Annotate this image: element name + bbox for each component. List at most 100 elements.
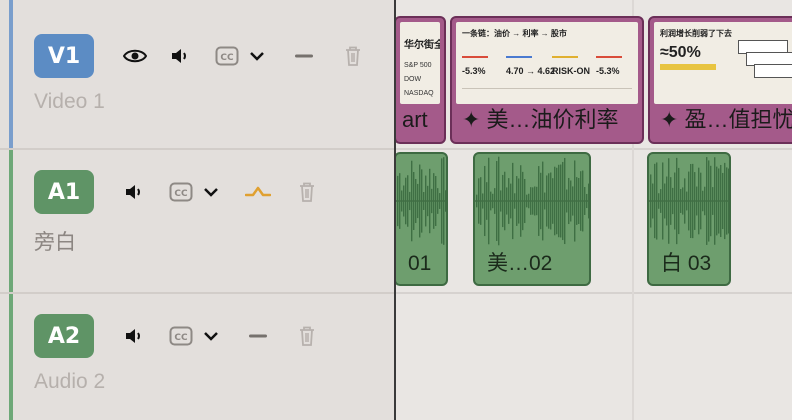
- timeline-tracks-area[interactable]: 华尔街全面 S&P 500 DOW NASDAQ art 一条链：油价 → 利率…: [396, 0, 792, 420]
- waveform-bar: [498, 156, 500, 246]
- track-badge-a1[interactable]: A1: [34, 170, 94, 214]
- waveform-bar: [554, 166, 556, 236]
- clip-thumbnail: 一条链：油价 → 利率 → 股市 -5.3% 4.70 → 4.62 RISK-…: [456, 22, 638, 104]
- track-header-a2: A2 Audio 2 CC: [0, 294, 394, 420]
- volume-line-icon[interactable]: [292, 44, 316, 68]
- waveform-bar: [494, 188, 496, 214]
- track-separator: [396, 292, 792, 294]
- waveform-bar: [578, 178, 580, 224]
- waveform-bar: [425, 175, 427, 227]
- waveform-bar: [516, 176, 518, 226]
- waveform-bar: [411, 160, 413, 242]
- waveform-bar: [540, 172, 542, 230]
- waveform-bar: [728, 168, 729, 234]
- clip-thumbnail: 华尔街全面 S&P 500 DOW NASDAQ: [400, 22, 440, 104]
- chevron-down-icon[interactable]: [200, 324, 222, 348]
- audio-clip[interactable]: 01: [396, 152, 448, 286]
- thumb-title: 华尔街全面: [404, 40, 440, 51]
- waveform-bar: [421, 169, 423, 233]
- audio-waveform: [396, 157, 446, 245]
- waveform-bar: [417, 183, 419, 219]
- waveform-bar: [720, 164, 722, 238]
- video-clip[interactable]: 利润增长削弱了下去 ≈50% ✦ 盈…值担忧: [648, 16, 792, 144]
- audio-waveform: [649, 157, 729, 245]
- waveform-bar: [415, 178, 417, 224]
- waveform-bar: [576, 177, 578, 225]
- thumb-metric: -5.3%: [462, 66, 486, 76]
- waveform-bar: [564, 157, 566, 245]
- audio-clip[interactable]: 白 03: [647, 152, 731, 286]
- trash-icon[interactable]: [295, 180, 319, 204]
- waveform-bar: [429, 168, 431, 234]
- waveform-bar: [488, 157, 490, 245]
- clip-label: 白 03: [661, 252, 712, 275]
- track-color-stripe: [9, 294, 13, 420]
- svg-text:CC: CC: [174, 189, 188, 199]
- waveform-bar: [690, 163, 692, 239]
- thumb-title: 一条链：油价 → 利率 → 股市: [462, 29, 567, 38]
- waveform-bar: [726, 167, 728, 235]
- waveform-bar: [708, 160, 710, 242]
- thumb-row: NASDAQ: [404, 90, 434, 97]
- captions-icon[interactable]: CC: [214, 44, 240, 68]
- waveform-bar: [413, 172, 415, 230]
- thumb-row: DOW: [404, 76, 422, 83]
- track-headers-panel: V1 Video 1 CC A1 旁白 CC A2 Audio 2 CC: [0, 0, 394, 420]
- waveform-bar: [702, 190, 704, 212]
- waveform-bar: [512, 162, 514, 240]
- waveform-bar: [550, 172, 552, 230]
- waveform-bar: [532, 187, 534, 215]
- thumb-accent: [462, 56, 488, 58]
- waveform-bar: [652, 183, 654, 219]
- captions-icon[interactable]: CC: [168, 324, 194, 348]
- timeline-editor: V1 Video 1 CC A1 旁白 CC A2 Audio 2 CC 华尔街…: [0, 0, 792, 420]
- thumb-card: [754, 64, 792, 78]
- waveform-bar: [439, 193, 441, 209]
- trash-icon[interactable]: [295, 324, 319, 348]
- volume-keyframe-icon[interactable]: [244, 180, 272, 204]
- speaker-icon[interactable]: [168, 44, 192, 68]
- thumb-row: S&P 500: [404, 62, 432, 69]
- chevron-down-icon[interactable]: [246, 44, 268, 68]
- track-badge-a2[interactable]: A2: [34, 314, 94, 358]
- waveform-bar: [684, 178, 686, 224]
- waveform-bar: [580, 171, 582, 231]
- chevron-down-icon[interactable]: [200, 180, 222, 204]
- waveform-bar: [528, 193, 530, 209]
- track-name-a1[interactable]: 旁白: [34, 226, 76, 256]
- waveform-bar: [490, 191, 492, 211]
- waveform-bar: [586, 193, 588, 209]
- waveform-bar: [401, 190, 403, 212]
- waveform-bar: [534, 186, 536, 216]
- thumb-rule: [462, 88, 632, 89]
- waveform-bar: [710, 165, 712, 237]
- speaker-icon[interactable]: [122, 180, 146, 204]
- waveform-bar: [431, 188, 433, 214]
- captions-icon[interactable]: CC: [168, 180, 194, 204]
- track-name-v1[interactable]: Video 1: [34, 90, 105, 114]
- waveform-bar: [492, 193, 494, 209]
- waveform-bar: [666, 176, 668, 226]
- video-clip[interactable]: 一条链：油价 → 利率 → 股市 -5.3% 4.70 → 4.62 RISK-…: [450, 16, 644, 144]
- waveform-bar: [570, 180, 572, 222]
- trash-icon[interactable]: [341, 44, 365, 68]
- audio-clip[interactable]: 美…02: [473, 152, 591, 286]
- waveform-bar: [478, 178, 480, 224]
- waveform-bar: [514, 193, 516, 209]
- waveform-bar: [694, 172, 696, 230]
- speaker-icon[interactable]: [122, 324, 146, 348]
- track-name-a2[interactable]: Audio 2: [34, 370, 105, 394]
- waveform-bar: [409, 191, 411, 211]
- waveform-bar: [544, 192, 546, 210]
- waveform-bar: [566, 189, 568, 213]
- waveform-bar: [524, 178, 526, 224]
- volume-line-icon[interactable]: [246, 324, 270, 348]
- waveform-bar: [670, 177, 672, 225]
- waveform-bar: [419, 164, 421, 238]
- waveform-bar: [712, 187, 714, 215]
- eye-icon[interactable]: [122, 44, 148, 68]
- waveform-bar: [536, 186, 538, 216]
- waveform-bar: [692, 163, 694, 239]
- video-clip[interactable]: 华尔街全面 S&P 500 DOW NASDAQ art: [396, 16, 446, 144]
- track-badge-v1[interactable]: V1: [34, 34, 94, 78]
